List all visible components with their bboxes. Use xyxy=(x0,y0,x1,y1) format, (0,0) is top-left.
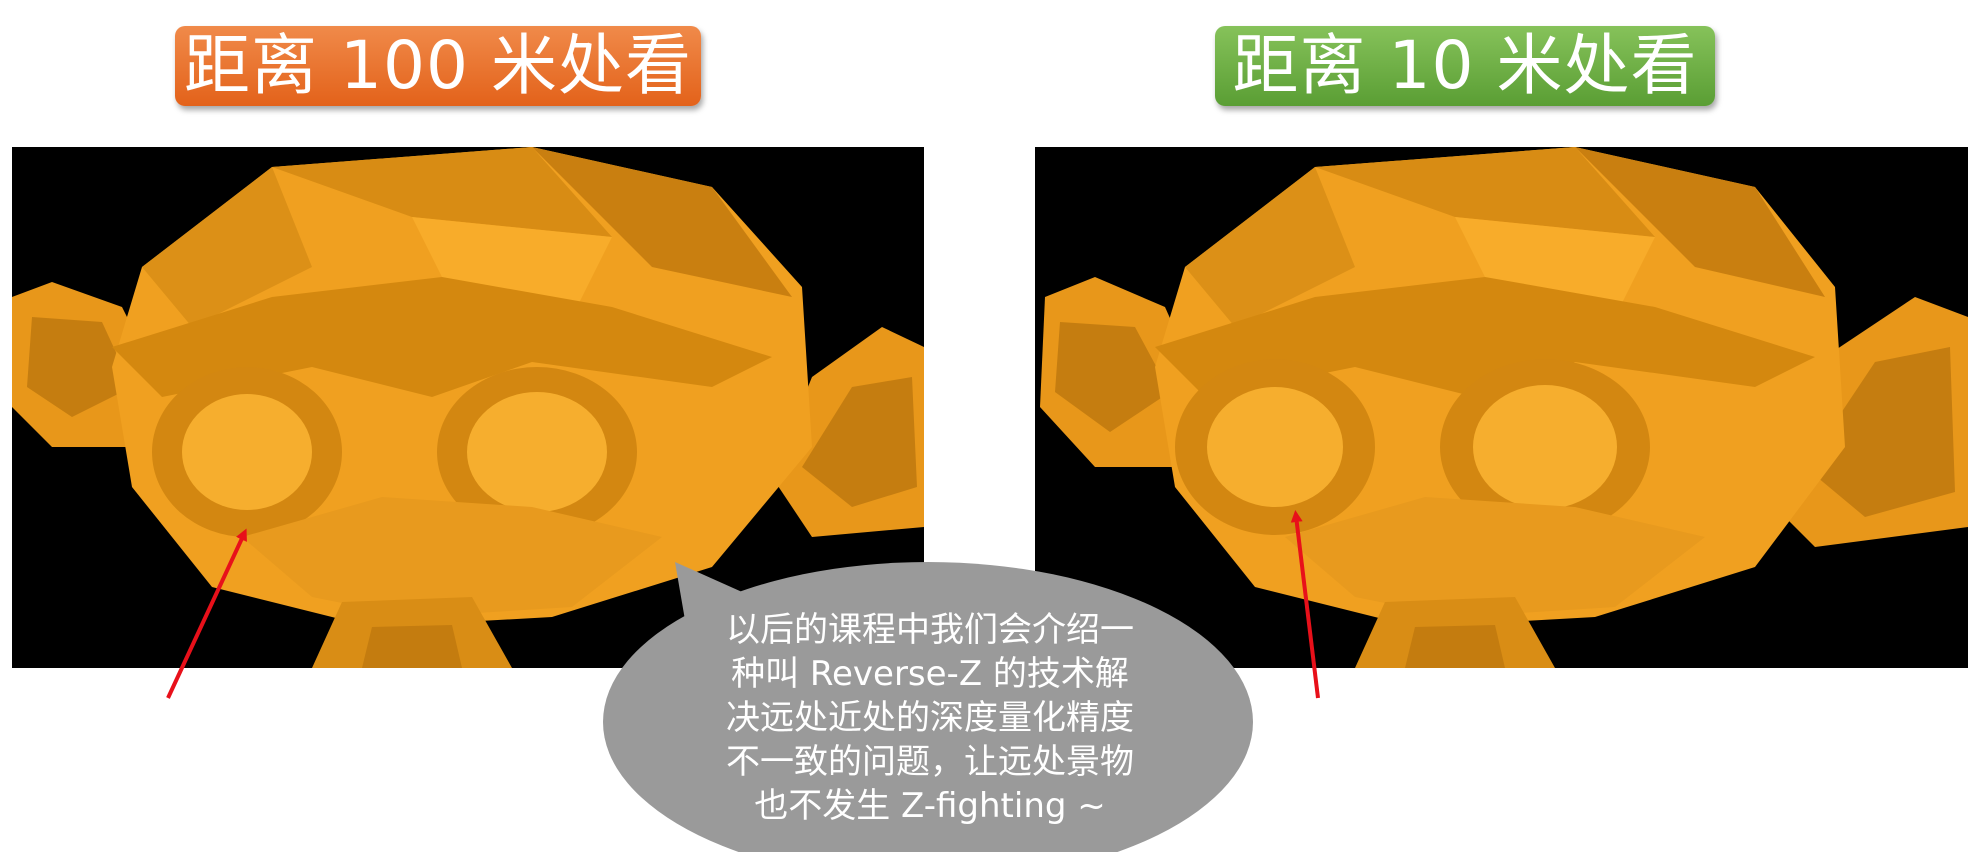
monkey-model-render-near xyxy=(1035,147,1968,668)
monkey-model-render-far xyxy=(12,147,924,668)
callout-line: 决远处近处的深度量化精度 xyxy=(726,698,1134,738)
render-view-10m xyxy=(1035,147,1968,668)
render-view-100m xyxy=(12,147,924,668)
distance-10m-label: 距离 10 米处看 xyxy=(1215,26,1715,106)
callout-line: 不一致的问题，让远处景物 xyxy=(726,742,1134,782)
callout-line: 也不发生 Z-fighting ~ xyxy=(754,786,1106,826)
distance-100m-label: 距离 100 米处看 xyxy=(175,26,701,106)
